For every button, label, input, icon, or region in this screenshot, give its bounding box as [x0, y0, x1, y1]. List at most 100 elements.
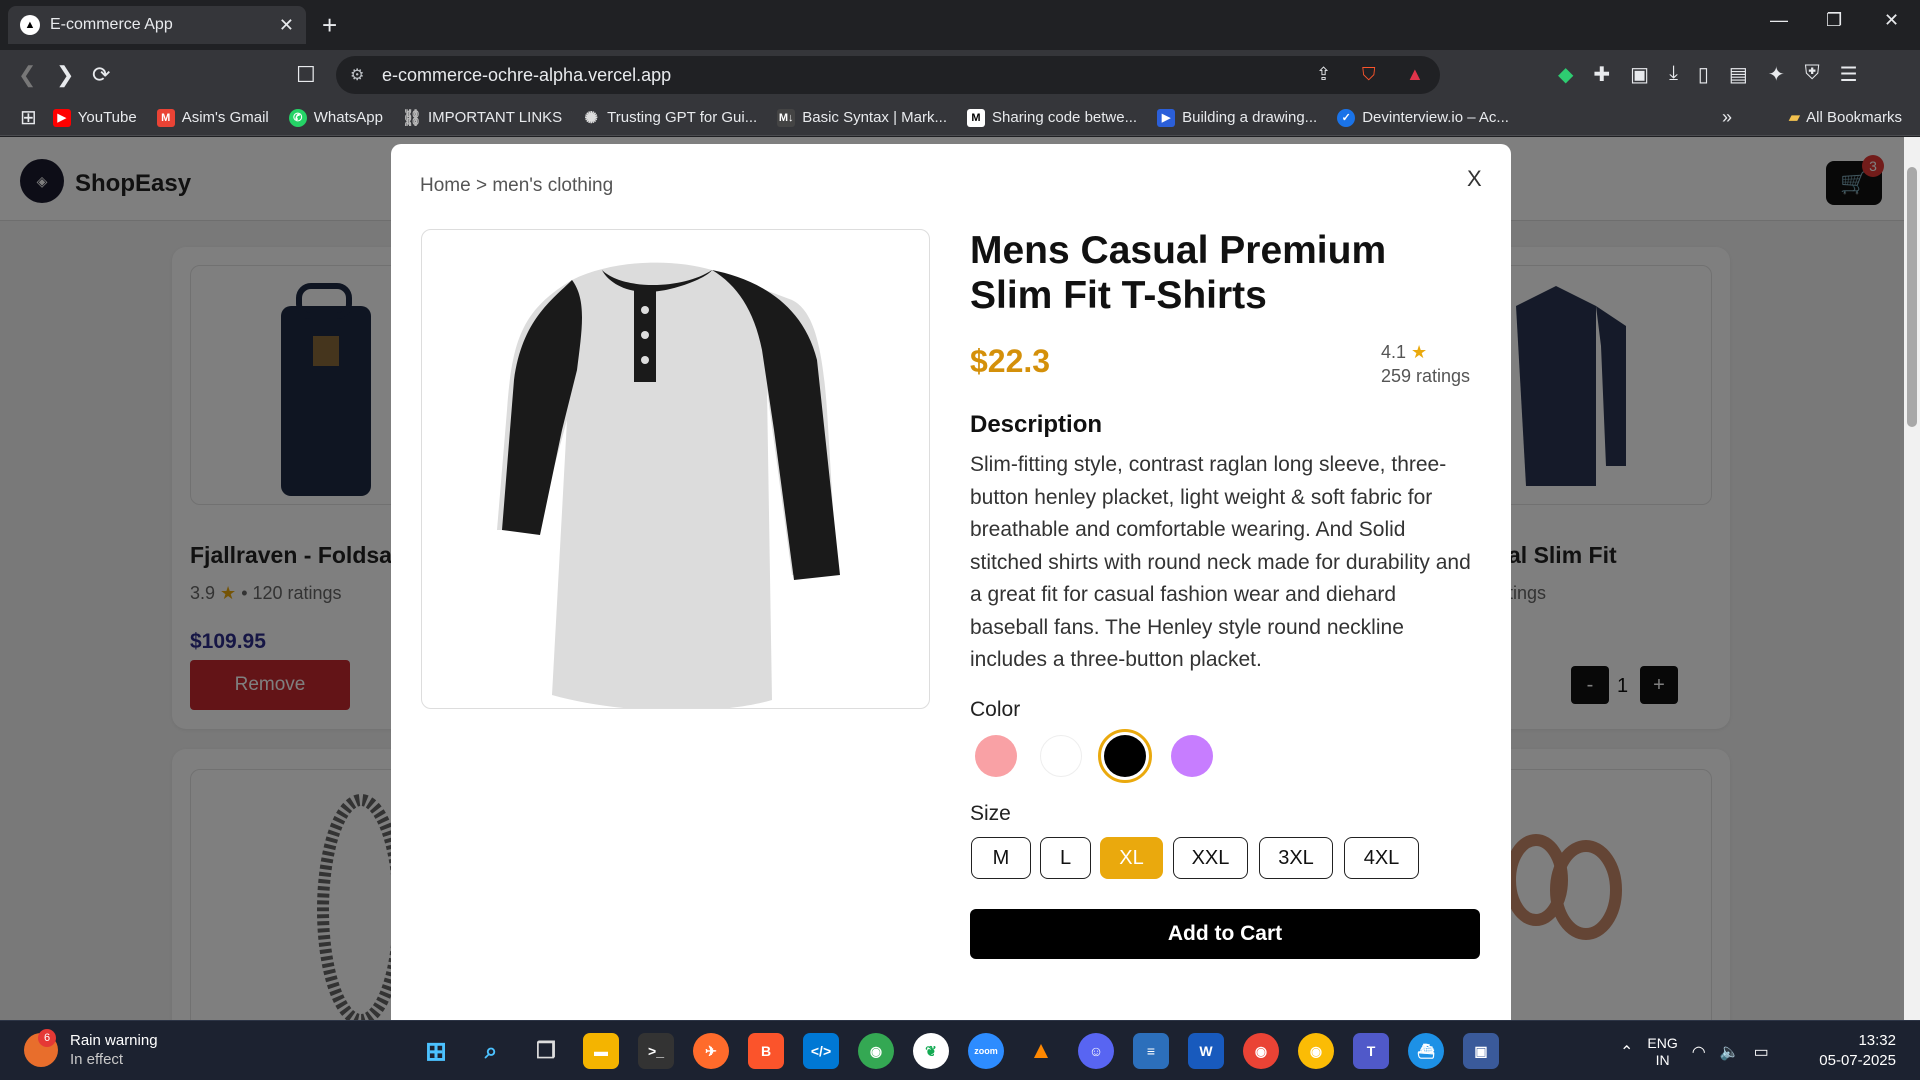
- download-icon[interactable]: ⤓: [1669, 62, 1678, 87]
- youtube-icon: ▶: [52, 108, 71, 127]
- share-icon[interactable]: ⇪: [1316, 64, 1331, 85]
- bookmark-important-links[interactable]: ⛓ IMPORTANT LINKS: [401, 109, 562, 127]
- docker-icon[interactable]: ⛴: [1408, 1033, 1444, 1069]
- chevron-up-icon[interactable]: ⌃: [1620, 1042, 1633, 1062]
- product-image: [421, 229, 930, 709]
- apps-icon[interactable]: ⊞: [20, 105, 37, 130]
- bookmark-label: Trusting GPT for Gui...: [607, 109, 758, 126]
- check-icon: ✓: [1337, 108, 1356, 127]
- tab-favicon-icon: ▲: [20, 15, 40, 35]
- chrome-alt-icon[interactable]: ◉: [1298, 1033, 1334, 1069]
- minimize-icon[interactable]: —: [1770, 10, 1788, 31]
- vlc-icon[interactable]: ▲: [1023, 1033, 1059, 1069]
- word-icon[interactable]: W: [1188, 1033, 1224, 1069]
- mongodb-icon[interactable]: ❦: [913, 1033, 949, 1069]
- size-button-m[interactable]: M: [971, 837, 1031, 879]
- link-icon: ⛓: [401, 109, 423, 127]
- discord-icon[interactable]: ☺: [1078, 1033, 1114, 1069]
- terminal-icon[interactable]: >_: [638, 1033, 674, 1069]
- tab-close-icon[interactable]: ✕: [279, 15, 294, 36]
- postman-icon[interactable]: ✈: [693, 1033, 729, 1069]
- description-heading: Description: [970, 411, 1103, 438]
- openai-icon: ✺: [584, 109, 598, 127]
- color-swatch-purple[interactable]: [1171, 735, 1213, 777]
- bookmark-youtube[interactable]: ▶ YouTube: [52, 108, 137, 127]
- sidebar-icon[interactable]: ▯: [1698, 62, 1709, 87]
- vscode-icon[interactable]: </>: [803, 1033, 839, 1069]
- bookmark-label: Basic Syntax | Mark...: [802, 109, 947, 126]
- size-button-xxl[interactable]: XXL: [1173, 837, 1248, 879]
- size-button-3xl[interactable]: 3XL: [1259, 837, 1333, 879]
- system-clock[interactable]: 13:32 05-07-2025: [1816, 1031, 1896, 1071]
- wifi-icon[interactable]: ◠: [1692, 1042, 1706, 1062]
- color-swatch-pink[interactable]: [975, 735, 1017, 777]
- window-close-icon[interactable]: ✕: [1884, 10, 1899, 31]
- extension-icons: ◆ ✚ ▣ ⤓ ▯ ▤ ✦ ⛨ ☰: [1558, 62, 1858, 87]
- all-bookmarks[interactable]: ▰ All Bookmarks: [1789, 108, 1902, 127]
- bookmark-icon[interactable]: ☐: [296, 62, 316, 88]
- size-button-4xl[interactable]: 4XL: [1344, 837, 1419, 879]
- product-description: Slim-fitting style, contrast raglan long…: [970, 453, 1471, 671]
- screenshot-icon[interactable]: ▣: [1630, 62, 1649, 87]
- color-swatch-white[interactable]: [1040, 735, 1082, 777]
- language-indicator[interactable]: ENG IN: [1647, 1035, 1677, 1069]
- leo-icon[interactable]: ✦: [1768, 62, 1785, 87]
- task-view-icon[interactable]: ❒: [528, 1033, 564, 1069]
- menu-icon[interactable]: ☰: [1840, 62, 1858, 87]
- url-text: e-commerce-ochre-alpha.vercel.app: [382, 64, 672, 85]
- bookmark-sharing-code[interactable]: M Sharing code betwe...: [967, 108, 1137, 127]
- search-icon[interactable]: ⌕: [473, 1033, 509, 1069]
- bookmark-gmail[interactable]: M Asim's Gmail: [156, 108, 269, 127]
- tab-ecommerce[interactable]: ▲ E-commerce App ✕: [8, 6, 306, 44]
- size-button-xl[interactable]: XL: [1100, 837, 1163, 879]
- restore-icon[interactable]: ❐: [1826, 10, 1842, 31]
- teams-icon[interactable]: T: [1353, 1033, 1389, 1069]
- back-icon[interactable]: ❮: [18, 62, 36, 88]
- battery-icon[interactable]: ▭: [1754, 1042, 1769, 1062]
- bookmark-drawing[interactable]: ▶ Building a drawing...: [1157, 108, 1317, 127]
- ratings-count: 259 ratings: [1381, 366, 1471, 386]
- brave-icon[interactable]: B: [748, 1033, 784, 1069]
- volume-icon[interactable]: 🔈: [1720, 1042, 1740, 1062]
- bookmark-label: Devinterview.io – Ac...: [1362, 109, 1509, 126]
- file-explorer-icon[interactable]: ▬: [583, 1033, 619, 1069]
- bookmark-markdown[interactable]: M↓ Basic Syntax | Mark...: [777, 108, 947, 127]
- region-code: IN: [1655, 1052, 1670, 1068]
- start-icon[interactable]: ⊞: [418, 1033, 454, 1069]
- remote-desktop-icon[interactable]: ▣: [1463, 1033, 1499, 1069]
- bookmark-whatsapp[interactable]: ✆ WhatsApp: [288, 108, 383, 127]
- more-bookmarks-icon[interactable]: »: [1722, 107, 1732, 128]
- drawing-icon: ▶: [1157, 108, 1176, 127]
- chrome-icon[interactable]: ◉: [1243, 1033, 1279, 1069]
- add-to-cart-button[interactable]: Add to Cart: [970, 909, 1480, 959]
- site-info-icon[interactable]: ⚙: [350, 65, 364, 85]
- size-button-l[interactable]: L: [1040, 837, 1091, 879]
- vpn-icon[interactable]: ⛨: [1805, 62, 1820, 87]
- new-tab-button[interactable]: +: [322, 10, 337, 41]
- puzzle-icon[interactable]: ✚: [1593, 62, 1610, 87]
- extension-icon[interactable]: ◆: [1558, 62, 1573, 87]
- bookmark-label: Asim's Gmail: [181, 109, 269, 126]
- reload-icon[interactable]: ⟳: [92, 62, 110, 88]
- product-rating: 4.1 ★ 259 ratings: [1381, 340, 1470, 388]
- chrome-profile-icon[interactable]: ◉: [858, 1033, 894, 1069]
- bookmark-devinterview[interactable]: ✓ Devinterview.io – Ac...: [1337, 108, 1509, 127]
- wallet-icon[interactable]: ▤: [1729, 62, 1748, 87]
- forward-icon[interactable]: ❯: [56, 62, 74, 88]
- breadcrumb[interactable]: Home > men's clothing: [420, 175, 613, 197]
- address-bar[interactable]: ⚙ e-commerce-ochre-alpha.vercel.app ⇪ ⛉ …: [336, 56, 1440, 94]
- weather-widget[interactable]: 6 Rain warning In effect: [24, 1029, 158, 1069]
- browser-toolbar: ❮ ❯ ⟳ ☐ ⚙ e-commerce-ochre-alpha.vercel.…: [0, 50, 1920, 100]
- product-title: Mens Casual Premium Slim Fit T-Shirts: [970, 229, 1387, 317]
- language-code: ENG: [1647, 1035, 1678, 1051]
- modal-close-button[interactable]: X: [1467, 166, 1482, 192]
- notepad-icon[interactable]: ≡: [1133, 1033, 1169, 1069]
- brave-shield-icon[interactable]: ⛉: [1362, 64, 1376, 85]
- bookmark-gpt[interactable]: ✺ Trusting GPT for Gui...: [582, 109, 757, 127]
- scrollbar-thumb[interactable]: [1907, 167, 1917, 427]
- weather-title: Rain warning: [70, 1032, 158, 1049]
- color-swatch-black[interactable]: [1098, 729, 1152, 783]
- zoom-icon[interactable]: zoom: [968, 1033, 1004, 1069]
- tab-title: E-commerce App: [50, 16, 173, 33]
- brave-rewards-icon[interactable]: ▲: [1406, 64, 1424, 85]
